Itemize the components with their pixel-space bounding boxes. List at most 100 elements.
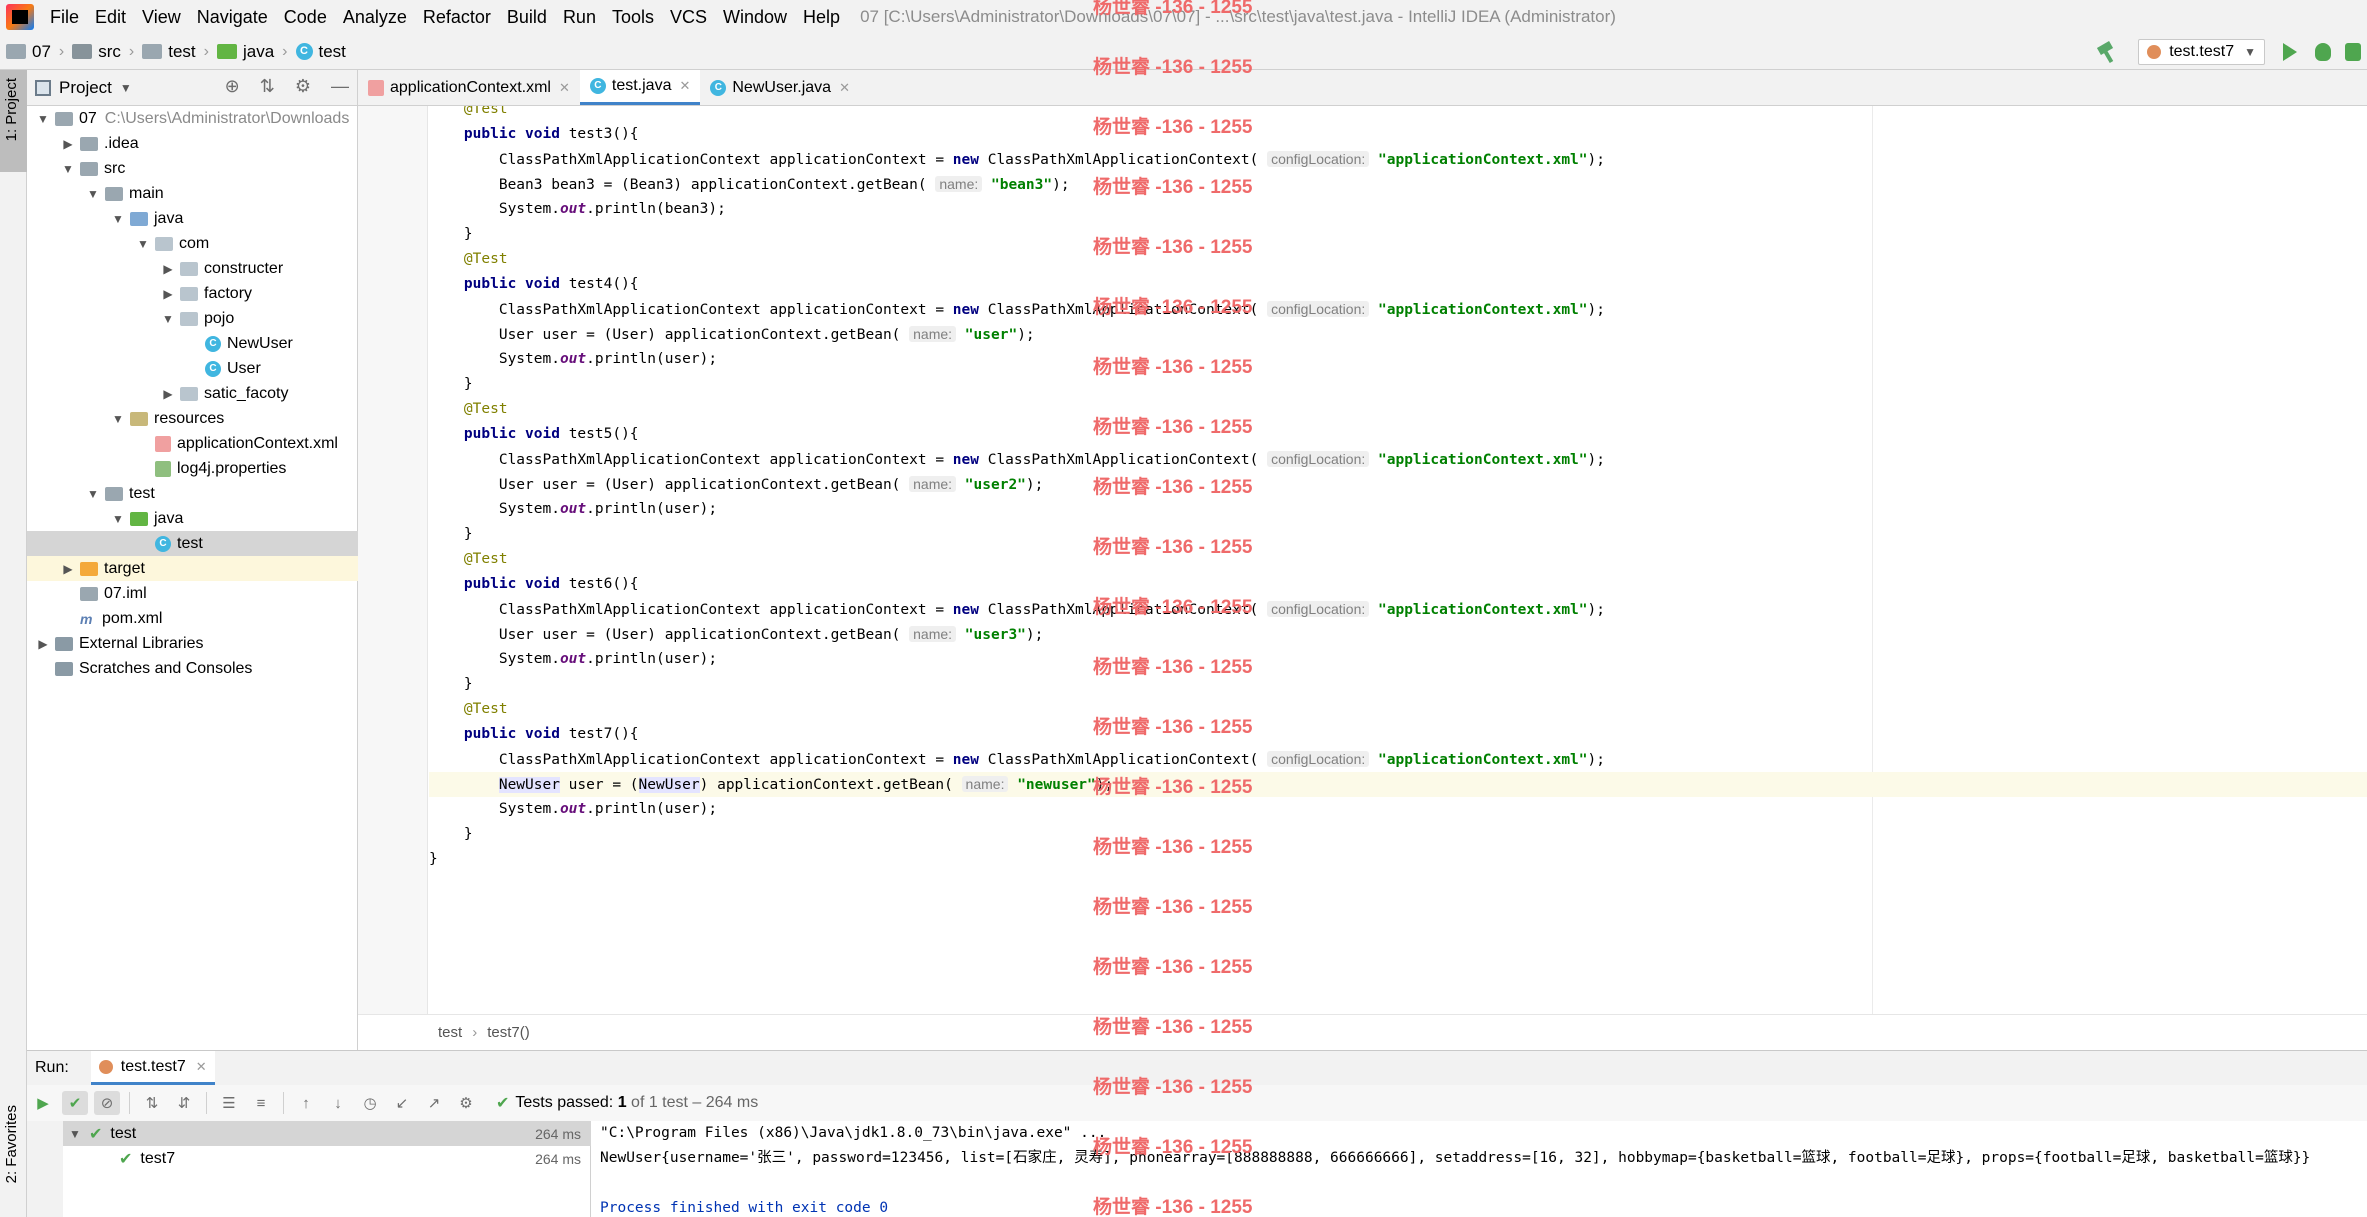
breadcrumb-project[interactable]: 07 [0,42,57,62]
gear-icon[interactable]: ⚙ [295,76,311,97]
run-play-icon[interactable] [2283,43,2297,61]
import-tests-icon[interactable]: ↙ [389,1091,415,1115]
show-ignored-icon[interactable]: ⊘ [94,1091,120,1115]
export-tests-icon[interactable]: ↗ [421,1091,447,1115]
chevron-right-icon[interactable]: ▶ [160,387,176,401]
console-output[interactable]: "C:\Program Files (x86)\Java\jdk1.8.0_73… [592,1121,2367,1217]
code-token: public void [429,726,569,742]
run-configuration-select[interactable]: test.test7 ▼ [2138,39,2265,65]
tree-item[interactable]: ▶ satic_facoty [27,381,358,406]
tree-item[interactable]: ▼ src [27,156,358,181]
tree-item[interactable]: ▼ test [27,481,358,506]
build-hammer-icon[interactable] [2096,41,2118,63]
test-suite-row[interactable]: ▼ ✔ test 264 ms [63,1121,591,1146]
chevron-down-icon[interactable]: ▼ [160,312,176,326]
chevron-down-icon[interactable]: ▼ [35,112,51,126]
chevron-right-icon[interactable]: ▶ [160,262,176,276]
menu-help[interactable]: Help [795,0,848,34]
menu-edit[interactable]: Edit [87,0,134,34]
editor-tab[interactable]: applicationContext.xml ✕ [358,70,580,105]
menu-build[interactable]: Build [499,0,555,34]
breadcrumb-src[interactable]: src [66,42,127,62]
chevron-down-icon[interactable]: ▼ [110,212,126,226]
close-icon[interactable]: ✕ [839,80,850,96]
coverage-icon[interactable] [2345,43,2361,61]
rerun-icon[interactable]: ▶ [30,1091,56,1115]
breadcrumb-test[interactable]: test [136,42,201,62]
tree-item[interactable]: applicationContext.xml [27,431,358,456]
chevron-down-icon[interactable]: ▼ [110,412,126,426]
tree-item[interactable]: ▶ .idea [27,131,358,156]
menu-navigate[interactable]: Navigate [189,0,276,34]
tree-item[interactable]: ▶ target [27,556,358,581]
tree-item[interactable]: 07.iml [27,581,358,606]
tree-item[interactable]: C NewUser [27,331,358,356]
menu-code[interactable]: Code [276,0,335,34]
tree-item[interactable]: log4j.properties [27,456,358,481]
chevron-right-icon[interactable]: ▶ [160,287,176,301]
menu-file[interactable]: File [42,0,87,34]
tree-item[interactable]: ▼ pojo [27,306,358,331]
tree-item[interactable]: ▶ constructer [27,256,358,281]
expand-all-icon[interactable]: ☰ [216,1091,242,1115]
tool-window-project-button[interactable]: 1: Project [0,70,27,172]
resources-folder-icon [130,411,148,426]
gear-icon[interactable]: ⚙ [453,1091,479,1115]
test-history-icon[interactable]: ◷ [357,1091,383,1115]
tree-item[interactable]: C User [27,356,358,381]
next-failed-icon[interactable]: ↓ [325,1091,351,1115]
close-icon[interactable]: ✕ [559,80,570,96]
tree-item[interactable]: Scratches and Consoles [27,656,358,681]
tree-item[interactable]: ▶ External Libraries [27,631,358,656]
tree-item[interactable]: ▼ resources [27,406,358,431]
breadcrumb-java[interactable]: java [211,42,280,62]
chevron-right-icon[interactable]: ▶ [35,637,51,651]
debug-bug-icon[interactable] [2315,43,2331,61]
breadcrumb-class[interactable]: Ctest [290,42,352,62]
test-case-row[interactable]: ✔ test7 264 ms [63,1146,591,1171]
tool-window-favorites-button[interactable]: 2: Favorites [0,1105,27,1215]
chevron-down-icon[interactable]: ▼ [135,237,151,251]
menu-tools[interactable]: Tools [604,0,662,34]
tree-item[interactable]: ▶ factory [27,281,358,306]
tree-item[interactable]: Ctest [27,531,358,556]
code-view[interactable]: 22 @Test23 public void test3(){24 ClassP… [429,106,2367,1014]
menu-vcs[interactable]: VCS [662,0,715,34]
previous-failed-icon[interactable]: ↑ [293,1091,319,1115]
chevron-down-icon[interactable]: ▼ [110,512,126,526]
chevron-down-icon[interactable]: ▼ [60,162,76,176]
sort-alpha-icon[interactable]: ⇅ [139,1091,165,1115]
editor-tab[interactable]: C NewUser.java ✕ [700,70,860,105]
collapse-all-icon[interactable]: ≡ [248,1091,274,1115]
chevron-down-icon[interactable]: ▼ [120,81,132,95]
sort-duration-icon[interactable]: ⇵ [171,1091,197,1115]
chevron-down-icon[interactable]: ▼ [85,487,101,501]
hide-icon[interactable]: — [331,76,349,97]
run-tab[interactable]: test.test7 ✕ [90,1051,215,1085]
project-panel-title[interactable]: Project [59,78,112,98]
editor-breadcrumb-method[interactable]: test7() [487,1024,530,1041]
code-token: configLocation: [1267,751,1370,767]
tree-item[interactable]: ▼ 07 C:\Users\Administrator\Downloads [27,106,358,131]
menu-refactor[interactable]: Refactor [415,0,499,34]
collapse-all-icon[interactable]: ⇅ [260,76,275,97]
chevron-right-icon[interactable]: ▶ [60,137,76,151]
tree-item[interactable]: ▼ main [27,181,358,206]
editor-tab[interactable]: Ctest.java ✕ [579,70,701,105]
menu-run[interactable]: Run [555,0,604,34]
editor-breadcrumb-class[interactable]: test [438,1024,462,1041]
close-icon[interactable]: ✕ [196,1059,207,1075]
locate-target-icon[interactable]: ⊕ [225,76,240,97]
close-icon[interactable]: ✕ [679,78,690,94]
chevron-down-icon[interactable]: ▼ [67,1127,83,1141]
tree-item[interactable]: ▼ java [27,506,358,531]
menu-analyze[interactable]: Analyze [335,0,415,34]
show-passed-icon[interactable]: ✔ [62,1091,88,1115]
chevron-down-icon[interactable]: ▼ [85,187,101,201]
menu-view[interactable]: View [134,0,189,34]
chevron-right-icon[interactable]: ▶ [60,562,76,576]
tree-item[interactable]: ▼ java [27,206,358,231]
menu-window[interactable]: Window [715,0,795,34]
tree-item[interactable]: ▼ com [27,231,358,256]
tree-item[interactable]: m pom.xml [27,606,358,631]
